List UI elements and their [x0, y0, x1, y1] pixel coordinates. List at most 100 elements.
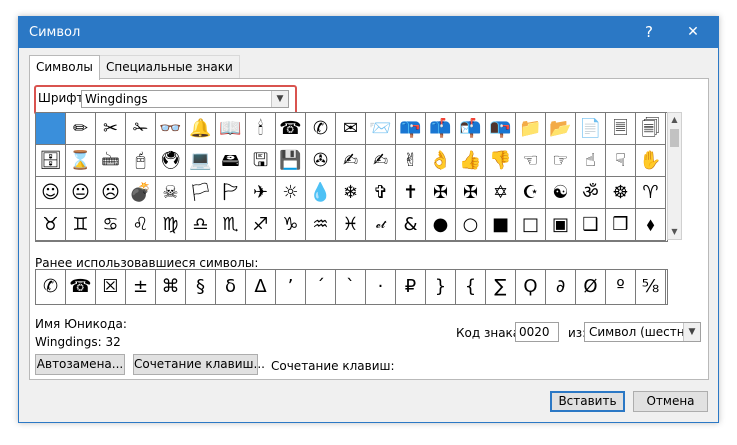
symbol-cell[interactable]: ☯ [546, 177, 576, 209]
symbol-cell[interactable]: 💣 [126, 177, 156, 209]
symbol-cell[interactable]: 🗏 [606, 113, 636, 145]
recent-symbol-cell[interactable]: ☒ [96, 270, 126, 304]
symbol-cell[interactable]: 🏳 [186, 177, 216, 209]
symbol-cell[interactable]: ● [426, 209, 456, 241]
symbol-cell[interactable]: 📭 [486, 113, 516, 145]
recent-symbol-cell[interactable]: Δ [246, 270, 276, 304]
symbol-cell[interactable]: ■ [486, 209, 516, 241]
tab-symbols[interactable]: Символы [29, 55, 100, 80]
recent-symbol-cell[interactable]: ⅝ [636, 270, 666, 304]
close-icon[interactable]: ✕ [679, 20, 707, 44]
symbol-cell[interactable]: ॐ [576, 177, 606, 209]
symbol-cell[interactable]: ♉ [36, 209, 66, 241]
symbol-cell[interactable]: ○ [456, 209, 486, 241]
symbol-cell[interactable]: ✈ [246, 177, 276, 209]
char-code-input[interactable]: 0020 [515, 322, 559, 342]
symbol-cell[interactable]: 📬 [456, 113, 486, 145]
recent-symbol-cell[interactable]: ´ [306, 270, 336, 304]
recent-symbol-cell[interactable]: § [186, 270, 216, 304]
code-base-dropdown[interactable]: Символ (шестн.) ▼ [584, 322, 701, 342]
symbol-cell[interactable]: 📪 [396, 113, 426, 145]
symbol-cell[interactable]: 🏱 [216, 177, 246, 209]
recent-symbol-cell[interactable]: ₽ [396, 270, 426, 304]
recent-symbol-cell[interactable]: } [426, 270, 456, 304]
recent-symbol-cell[interactable]: δ [216, 270, 246, 304]
symbol-cell[interactable]: ♋ [96, 209, 126, 241]
symbol-cell[interactable]: 📄 [576, 113, 606, 145]
symbol-cell[interactable]: ♏ [216, 209, 246, 241]
symbol-cell[interactable]: 😐 [66, 177, 96, 209]
symbol-cell[interactable]: ❒ [606, 209, 636, 241]
symbol-cell[interactable]: 👌 [426, 145, 456, 177]
symbol-cell[interactable]: & [396, 209, 426, 241]
symbol-cell[interactable]: 💧 [306, 177, 336, 209]
symbol-cell[interactable]: ♐ [246, 209, 276, 241]
symbol-cell[interactable]: 🖴 [216, 145, 246, 177]
symbol-cell[interactable]: ♈ [636, 177, 666, 209]
symbol-cell[interactable]: ☝ [576, 145, 606, 177]
symbol-cell[interactable]: 👎 [486, 145, 516, 177]
symbol-cell[interactable]: 📫 [426, 113, 456, 145]
symbol-cell[interactable]: ✍ [366, 145, 396, 177]
symbol-cell[interactable]: ⬧ [636, 209, 666, 241]
symbol-cell[interactable]: ☼ [276, 177, 306, 209]
scroll-down-icon[interactable]: ▼ [668, 225, 681, 239]
recent-symbol-cell[interactable]: ∑ [486, 270, 516, 304]
recent-symbol-cell[interactable]: ☎ [66, 270, 96, 304]
symbol-cell[interactable]: ✉ [336, 113, 366, 145]
symbol-cell[interactable]: 📖 [216, 113, 246, 145]
symbol-cell[interactable]: ♊ [66, 209, 96, 241]
recent-symbol-cell[interactable]: ’ [276, 270, 306, 304]
symbol-cell[interactable]: ☪ [516, 177, 546, 209]
symbol-cell[interactable]: ☹ [96, 177, 126, 209]
font-dropdown[interactable]: Wingdings ▼ [81, 90, 289, 108]
symbol-cell[interactable]: □ [516, 209, 546, 241]
symbol-cell[interactable]: ♌ [126, 209, 156, 241]
symbol-cell[interactable]: 🗐 [636, 113, 666, 145]
symbol-cell[interactable]: 𝓮𝓽 [366, 209, 396, 241]
symbol-grid-scrollbar[interactable]: ▲ ▼ [667, 112, 682, 240]
symbol-cell[interactable]: ✏ [66, 113, 96, 145]
symbol-cell[interactable]: ♒ [306, 209, 336, 241]
scroll-up-icon[interactable]: ▲ [668, 113, 681, 127]
recent-symbol-cell[interactable]: { [456, 270, 486, 304]
insert-button[interactable]: Вставить [550, 391, 625, 412]
symbol-cell[interactable] [36, 113, 66, 145]
symbol-cell[interactable]: ♍ [156, 209, 186, 241]
symbol-cell[interactable]: 💾 [276, 145, 306, 177]
symbol-cell[interactable]: 🖫 [246, 145, 276, 177]
symbol-cell[interactable]: ☟ [606, 145, 636, 177]
chevron-down-icon[interactable]: ▼ [271, 91, 288, 107]
autocorrect-button[interactable]: Автозамена... [35, 354, 125, 375]
recent-symbol-cell[interactable]: ∂ [546, 270, 576, 304]
symbol-cell[interactable]: ☎ [276, 113, 306, 145]
symbol-cell[interactable]: ✁ [126, 113, 156, 145]
symbol-cell[interactable]: ✡ [486, 177, 516, 209]
symbol-cell[interactable]: 💻 [186, 145, 216, 177]
symbol-cell[interactable]: ✋ [636, 145, 666, 177]
symbol-cell[interactable]: ✠ [426, 177, 456, 209]
tab-special-characters[interactable]: Специальные знаки [99, 55, 240, 78]
scroll-thumb[interactable] [670, 129, 679, 147]
symbol-cell[interactable]: 🖰 [126, 145, 156, 177]
symbol-cell[interactable]: ☸ [606, 177, 636, 209]
symbol-cell[interactable]: ♎ [186, 209, 216, 241]
help-icon[interactable]: ? [635, 20, 663, 44]
symbol-cell[interactable]: 📁 [516, 113, 546, 145]
symbol-cell[interactable]: ☠ [156, 177, 186, 209]
symbol-cell[interactable]: ❑ [576, 209, 606, 241]
shortcut-key-button[interactable]: Сочетание клавиш... [133, 354, 265, 375]
symbol-cell[interactable]: ✍ [336, 145, 366, 177]
symbol-cell[interactable]: 🗄 [36, 145, 66, 177]
symbol-cell[interactable]: ☜ [516, 145, 546, 177]
symbol-cell[interactable]: ✝ [396, 177, 426, 209]
symbol-cell[interactable]: ✇ [306, 145, 336, 177]
cancel-button[interactable]: Отмена [633, 391, 708, 412]
recent-symbol-cell[interactable]: · [366, 270, 396, 304]
symbol-cell[interactable]: ✠ [456, 177, 486, 209]
symbol-cell[interactable]: ✞ [366, 177, 396, 209]
symbol-cell[interactable]: ♓ [336, 209, 366, 241]
symbol-cell[interactable]: ✆ [306, 113, 336, 145]
symbol-cell[interactable]: 👍 [456, 145, 486, 177]
recent-symbol-cell[interactable]: ± [126, 270, 156, 304]
